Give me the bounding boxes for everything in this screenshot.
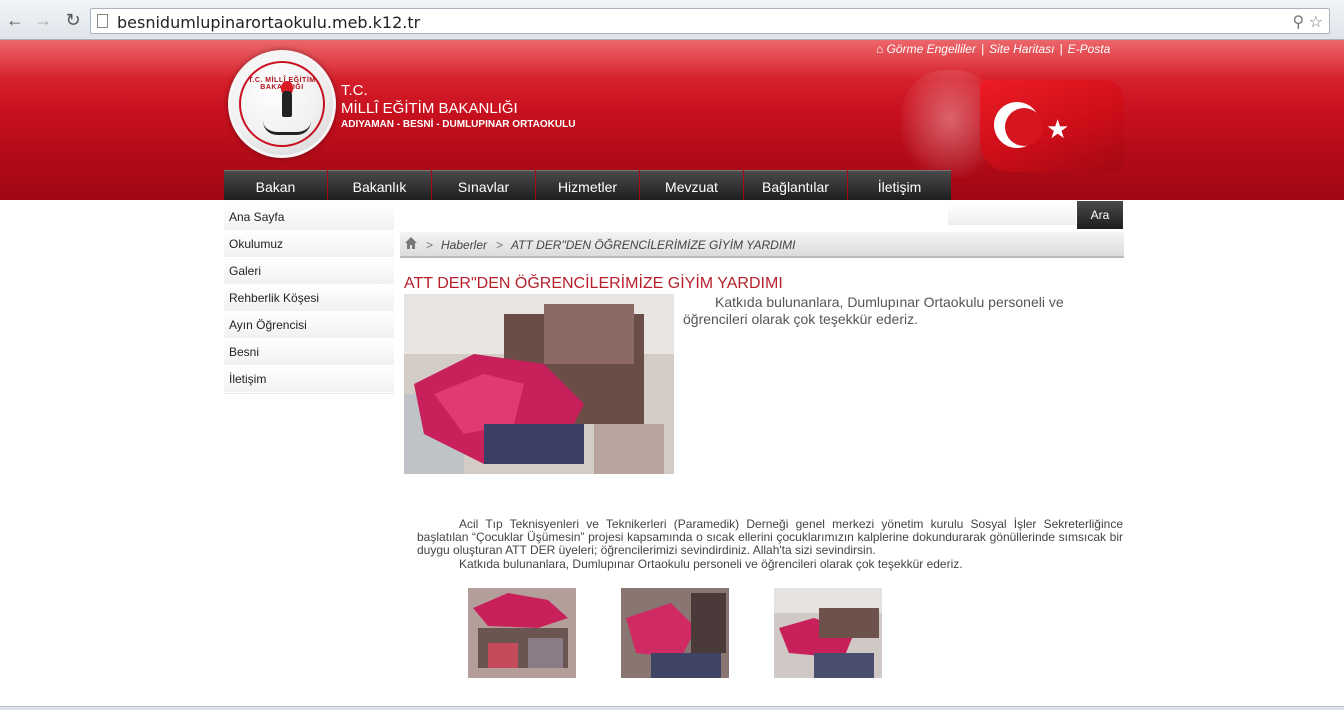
article-photo[interactable] [404, 294, 674, 474]
menu-item-bakanlik[interactable]: Bakanlık [328, 170, 431, 200]
menu-item-baglantilar[interactable]: Bağlantılar [744, 170, 847, 200]
forward-icon[interactable]: → [32, 9, 54, 31]
title-school: ADIYAMAN - BESNİ - DUMLUPINAR ORTAOKULU [341, 119, 576, 130]
chevron-right-icon: > [496, 238, 504, 252]
sidebar-item-rehberlik[interactable]: Rehberlik Köşesi [224, 285, 394, 312]
url-text[interactable]: besnidumlupinarortaokulu.meb.k12.tr [117, 13, 420, 32]
menu-item-bakan[interactable]: Bakan [224, 170, 327, 200]
breadcrumb-haberler[interactable]: Haberler [441, 232, 487, 258]
title-ministry: MİLLÎ EĞİTİM BAKANLIĞI [341, 100, 518, 117]
search-button[interactable]: Ara [1077, 201, 1123, 229]
sidebar-item-ana-sayfa[interactable]: Ana Sayfa [224, 204, 394, 231]
article-paragraph: Acil Tıp Teknisyenleri ve Teknikerleri (… [417, 517, 1123, 557]
menu-item-hizmetler[interactable]: Hizmetler [536, 170, 639, 200]
breadcrumb-current: ATT DER"DEN ÖĞRENCİLERİMİZE GİYİM YARDIM… [511, 238, 796, 252]
article-paragraph: Katkıda bulunanlara, Dumlupınar Ortaokul… [459, 557, 963, 571]
search-input[interactable] [948, 203, 1076, 225]
page-icon [97, 14, 108, 28]
sidebar-item-galeri[interactable]: Galeri [224, 258, 394, 285]
site-title: T.C. MİLLÎ EĞİTİM BAKANLIĞI ADIYAMAN - B… [341, 82, 575, 132]
home-icon[interactable]: ⌂ [876, 42, 883, 56]
menu-item-mevzuat[interactable]: Mevzuat [640, 170, 743, 200]
gallery-thumbnail[interactable] [468, 588, 576, 678]
address-bar[interactable]: besnidumlupinarortaokulu.meb.k12.tr ⚲ ☆ [90, 8, 1330, 34]
article-body: Acil Tıp Teknisyenleri ve Teknikerleri (… [417, 518, 1123, 571]
turkish-flag-image: ★ [980, 80, 1124, 172]
gallery-thumbnail[interactable] [774, 588, 882, 678]
menu-item-sinavlar[interactable]: Sınavlar [432, 170, 535, 200]
sidebar-item-besni[interactable]: Besni [224, 339, 394, 366]
title-tc: T.C. [341, 82, 368, 99]
chevron-right-icon: > [426, 238, 434, 252]
bookmark-star-icon[interactable]: ☆ [1309, 14, 1323, 31]
back-icon[interactable]: ← [4, 9, 26, 31]
menu-item-iletisim[interactable]: İletişim [848, 170, 951, 200]
toplink-site-haritasi[interactable]: Site Haritası [989, 42, 1054, 56]
gallery-thumbnail[interactable] [621, 588, 729, 678]
sidebar-menu: Ana Sayfa Okulumuz Galeri Rehberlik Köşe… [224, 204, 394, 393]
breadcrumb: > Haberler > ATT DER"DEN ÖĞRENCİLERİMİZE… [400, 232, 1124, 258]
meb-logo[interactable]: T.C. MİLLÎ EĞİTİM BAKANLIĞI [228, 50, 336, 158]
browser-status-bar [0, 706, 1344, 710]
reload-icon[interactable]: ↻ [62, 9, 84, 31]
home-icon[interactable] [404, 236, 418, 250]
article-intro: Katkıda bulunanlara, Dumlupınar Ortaokul… [683, 294, 1064, 327]
search-icon[interactable]: ⚲ [1292, 14, 1304, 31]
article-title: ATT DER"DEN ÖĞRENCİLERİMİZE GİYİM YARDIM… [404, 275, 783, 292]
top-links: ⌂ Görme Engelliler | Site Haritası | E-Posta [876, 42, 1111, 56]
browser-toolbar: ← → ↻ besnidumlupinarortaokulu.meb.k12.t… [0, 0, 1344, 40]
toplink-e-posta[interactable]: E-Posta [1068, 42, 1111, 56]
main-menu: Bakan Bakanlık Sınavlar Hizmetler Mevzua… [224, 170, 952, 200]
sidebar-item-okulumuz[interactable]: Okulumuz [224, 231, 394, 258]
toplink-gorme-engelliler[interactable]: Görme Engelliler [887, 42, 976, 56]
sidebar-item-ayin-ogrencisi[interactable]: Ayın Öğrencisi [224, 312, 394, 339]
sidebar-item-iletisim[interactable]: İletişim [224, 366, 394, 393]
